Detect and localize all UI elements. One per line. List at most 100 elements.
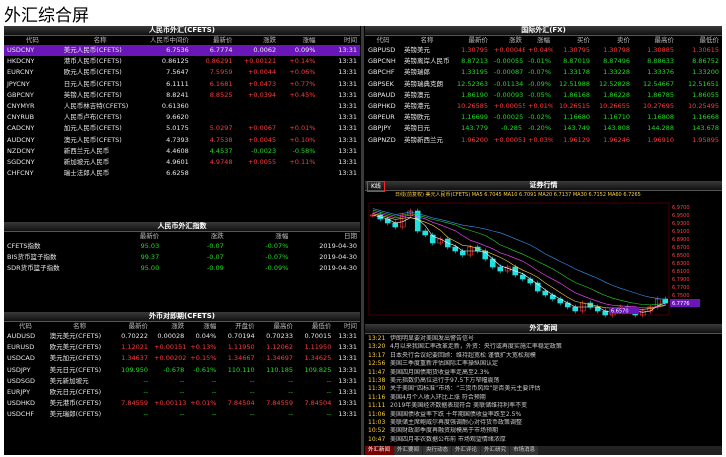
news-item[interactable]: 11:30 关于美国“四标准”市场：“三货币风险”是否美元主要评估 bbox=[368, 385, 719, 393]
table-cell: 2019-04-30 bbox=[319, 242, 357, 250]
news-item[interactable]: 10:47 美国四月非农数据公布前 市场观望情绪浓厚 bbox=[368, 436, 719, 444]
column-header[interactable]: 最新价 bbox=[98, 232, 163, 241]
table-row[interactable]: GBPCHF 英镑瑞郎 1.33195 -0.00087 -0.07% 1.33178 1.… bbox=[365, 67, 722, 78]
column-header[interactable]: 名称 bbox=[61, 36, 140, 45]
column-header[interactable]: 涨跌 bbox=[235, 36, 279, 45]
column-header[interactable]: 涨幅 bbox=[525, 36, 553, 45]
table-row[interactable]: NZDCNY 新西兰元人民币 4.4608 4.4537 -0.0023 -0.58% 13… bbox=[4, 146, 360, 157]
news-item[interactable]: 12:56 美国三季度重新评估国际汇率操纵国认定 bbox=[368, 360, 719, 368]
news-item[interactable]: 11:03 美联储主席鲍威尔再度强调耐心对待货币政策调整 bbox=[368, 419, 719, 427]
news-item[interactable]: 10:52 美国财政部季度再融资规模高于市场预期 bbox=[368, 427, 719, 435]
news-time: 11:38 bbox=[368, 376, 386, 384]
table-row[interactable]: GBPUSD 英镑美元 1.30795 +0.00048 +0.04% 1.30795 1.… bbox=[365, 45, 722, 56]
column-header[interactable]: 涨跌 bbox=[491, 36, 525, 45]
table-cell: +0.00051 bbox=[494, 135, 525, 144]
table-row[interactable]: USDCNY 美元人民币(CFETS) 6.7536 6.7774 0.0062 0.09… bbox=[4, 45, 360, 57]
column-header[interactable]: 最新价 bbox=[453, 36, 491, 45]
bottom-tab[interactable]: 央行动态 bbox=[423, 446, 452, 455]
candle bbox=[542, 290, 549, 296]
table-row[interactable]: SDR货币篮子指数 95.00 -0.09 -0.09% 2019-04-30 bbox=[4, 263, 360, 274]
column-header[interactable]: 涨幅 bbox=[279, 36, 318, 45]
table-row[interactable]: USDSGD 美元新加坡元 -- -- -- -- -- -- 13:31 bbox=[4, 376, 360, 387]
news-item[interactable]: 11:11 2019年美国经济数据表现符合 美联储维持利率不变 bbox=[368, 402, 719, 410]
table-row[interactable]: USDCAD 美元加元(CFETS) 1.34637 +0.00202 +0.15% 1.… bbox=[4, 353, 360, 364]
column-header[interactable]: 最低价 bbox=[677, 36, 722, 45]
table-row[interactable]: CNYMYR 人民币林吉特(CFETS) 0.61360 13:31 bbox=[4, 101, 360, 112]
column-header[interactable]: 名称 bbox=[401, 36, 453, 45]
news-item[interactable]: 11:06 美国国债收益率下跌 十年期国债收益率跌至2.5% bbox=[368, 411, 719, 419]
news-item[interactable]: 11:47 美国四月国债期货收益率走高至2.3% bbox=[368, 369, 719, 377]
column-header[interactable]: 代码 bbox=[4, 36, 61, 45]
table-row[interactable]: JPYCNY 日元人民币(CFETS) 6.1111 6.1681 +0.0473 +0.… bbox=[4, 79, 360, 90]
table-row[interactable]: CNYRUB 人民币卢布(CFETS) 9.6620 13:31 bbox=[4, 112, 360, 123]
table-row[interactable]: EURUSD 欧元美元(CFETS) 1.12021 +0.00151 +0.13% 1.… bbox=[4, 342, 360, 353]
table-row[interactable]: CHFCNY 瑞士法郎人民币 6.6258 13:31 bbox=[4, 168, 360, 179]
table-cell: 143.678 bbox=[692, 124, 719, 133]
table-cell: 13:31 bbox=[338, 68, 357, 77]
table-row[interactable]: USDCHF 美元瑞郎(CFETS) -- -- -- -- -- -- 13:31 bbox=[4, 409, 360, 420]
table-row[interactable]: GBPHKD 英镑港元 10.26585 +0.00055 +0.01% 10.26515… bbox=[365, 101, 722, 112]
bottom-tab[interactable]: 外汇研究 bbox=[481, 446, 510, 455]
column-header[interactable]: 代码 bbox=[4, 322, 47, 331]
column-header[interactable]: 涨跌 bbox=[151, 322, 187, 331]
table-cell: +0.45% bbox=[289, 90, 316, 99]
table-row[interactable]: USDJPY 美元日元(CFETS) 109.950 -0.678 -0.61% 110.… bbox=[4, 365, 360, 376]
table-cell: CHFCNY bbox=[7, 169, 34, 178]
table-cell: 13:31 bbox=[338, 158, 357, 167]
news-time: 10:52 bbox=[368, 427, 386, 435]
table-row[interactable]: GBPSEK 英镑瑞典克朗 12.52363 -0.01134 -0.09% 12.519… bbox=[365, 79, 722, 90]
table-cell: 13:31 bbox=[338, 90, 357, 99]
bottom-tab[interactable]: 外汇评论 bbox=[452, 446, 481, 455]
table-row[interactable]: BIS货币篮子指数 99.37 -0.07 -0.07% 2019-04-30 bbox=[4, 252, 360, 263]
news-item[interactable]: 11:38 美元指数仍高位运行于97.5下方窄幅震荡 bbox=[368, 377, 719, 385]
column-header[interactable]: 卖价 bbox=[593, 36, 633, 45]
column-header[interactable]: 买价 bbox=[553, 36, 593, 45]
table-row[interactable]: GBPCNH 英镑离岸人民币 8.87213 -0.00055 -0.01% 8.8701… bbox=[365, 56, 722, 67]
table-row[interactable]: CADCNY 加元人民币(CFETS) 5.0175 5.0297 +0.0067 +0.… bbox=[4, 123, 360, 134]
column-header[interactable] bbox=[4, 232, 98, 241]
column-header[interactable]: 最高价 bbox=[258, 322, 296, 331]
column-header[interactable]: 人民币中间价 bbox=[139, 36, 191, 45]
table-row[interactable]: AUDCNY 澳元人民币(CFETS) 4.7393 4.7538 +0.0045 +0.… bbox=[4, 135, 360, 146]
news-item[interactable]: 11:16 美国4月个人收入环比上涨 符合预期 bbox=[368, 394, 719, 402]
table-row[interactable]: AUDUSD 澳元美元(CFETS) 0.70222 0.00028 0.04% 0.70… bbox=[4, 331, 360, 342]
table-row[interactable]: CFETS指数 95.03 -0.07 -0.07% 2019-04-30 bbox=[4, 241, 360, 252]
column-header[interactable]: 最新价 bbox=[113, 322, 151, 331]
table-cell: 美元港币(CFETS) bbox=[49, 399, 102, 408]
table-row[interactable]: GBPAUD 英镑澳元 1.86190 -0.00093 -0.05% 1.86168 1.… bbox=[365, 90, 722, 101]
table-row[interactable]: GBPCNY 英镑人民币(CFETS) 8.8241 8.8525 +0.0394 +0.… bbox=[4, 90, 360, 101]
table-row[interactable]: EURCNY 欧元人民币(CFETS) 7.5647 7.5959 +0.0044 +0.… bbox=[4, 67, 360, 78]
column-header[interactable]: 最高价 bbox=[633, 36, 677, 45]
news-item[interactable]: 13:21 伊朗明显要对美国发出警告信号 bbox=[368, 335, 719, 343]
table-cell: -- bbox=[179, 410, 185, 419]
table-row[interactable]: GBPEUR 英镑欧元 1.16699 -0.00025 -0.02% 1.16680 1.… bbox=[365, 112, 722, 123]
news-item[interactable]: 13:17 日本央行会议纪要回顾：维持超宽松 谨慎扩大宽松规模 bbox=[368, 352, 719, 360]
column-header[interactable]: 时间 bbox=[334, 322, 360, 331]
table-row[interactable]: EURJPY 欧元日元(CFETS) -- -- -- -- -- -- 13:31 bbox=[4, 387, 360, 398]
column-header[interactable]: 最低价 bbox=[296, 322, 334, 331]
table-row[interactable]: GBPNZD 英镑新西兰元 1.96200 +0.00051 +0.03% 1.96129… bbox=[365, 135, 722, 146]
column-header[interactable]: 开盘价 bbox=[219, 322, 257, 331]
column-header[interactable]: 涨跌 bbox=[162, 232, 227, 241]
table-row[interactable]: HKDCNY 港币人民币(CFETS) 0.86125 0.86291 +0.00121… bbox=[4, 56, 360, 67]
price-chart[interactable]: 6.9700 6.9500 6.9300 6.9100 6.8900 6.8700 6.85… bbox=[365, 197, 722, 321]
table-row[interactable]: SGDCNY 新加坡元人民币 4.9601 4.9748 +0.0055 +0.11% 13… bbox=[4, 157, 360, 168]
column-header[interactable]: 涨幅 bbox=[187, 322, 219, 331]
column-header[interactable]: 代码 bbox=[365, 36, 401, 45]
column-header[interactable]: 涨幅 bbox=[227, 232, 292, 241]
column-header[interactable]: 时间 bbox=[318, 36, 360, 45]
kline-tab[interactable]: K线 bbox=[367, 181, 385, 192]
table-cell: +0.11% bbox=[289, 158, 316, 167]
table-cell: 6.1681 bbox=[209, 79, 233, 88]
bottom-tab[interactable]: 外汇新闻 bbox=[365, 446, 394, 455]
bottom-tab[interactable]: 外汇要闻 bbox=[394, 446, 423, 455]
news-item[interactable]: 13:20 4月以来我国汇率改革走新，外资：央行或再度实施汇率稳定政策 bbox=[368, 343, 719, 351]
column-header[interactable]: 日期 bbox=[291, 232, 360, 241]
column-header[interactable]: 最新价 bbox=[192, 36, 236, 45]
table-row[interactable]: GBPJPY 英镑日元 143.779 -0.285 -0.20% 143.749 143.… bbox=[365, 123, 722, 134]
table-cell: 1.33376 bbox=[647, 68, 674, 77]
table-row[interactable]: USDHKD 美元港币(CFETS) 7.84559 +0.00113 +0.01% 7.… bbox=[4, 398, 360, 409]
column-header[interactable]: 名称 bbox=[47, 322, 113, 331]
bottom-tab[interactable]: 市场消息 bbox=[510, 446, 539, 455]
vertical-divider bbox=[361, 26, 364, 455]
